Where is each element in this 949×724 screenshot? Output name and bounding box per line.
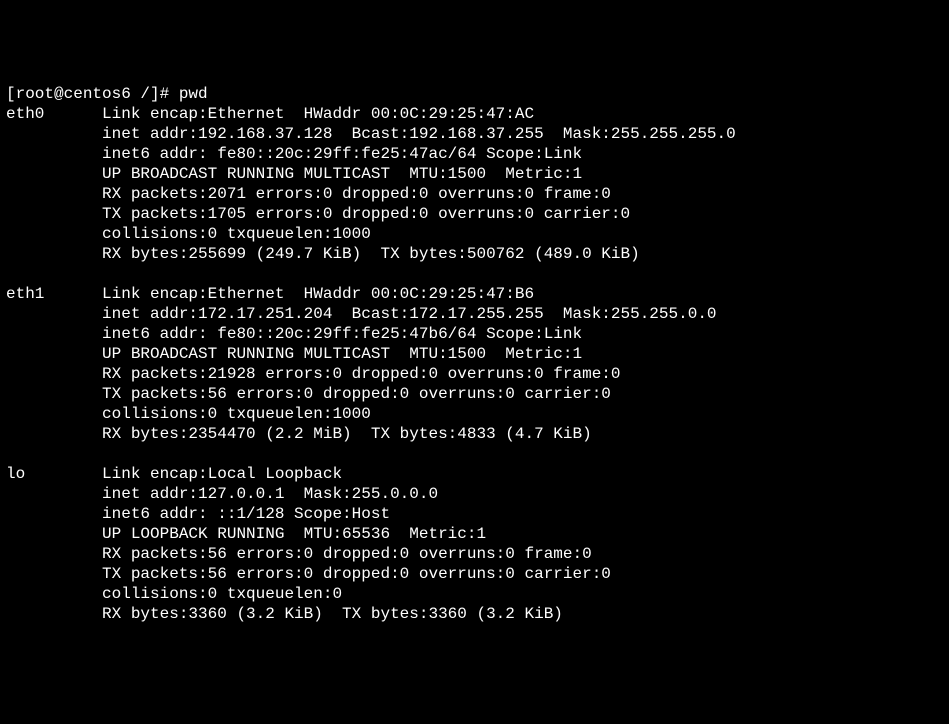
iface-line: RX packets:21928 errors:0 dropped:0 over… <box>102 365 620 383</box>
iface-line: TX packets:56 errors:0 dropped:0 overrun… <box>102 385 611 403</box>
iface-line: RX bytes:255699 (249.7 KiB) TX bytes:500… <box>102 245 640 263</box>
iface-name: lo <box>6 465 25 483</box>
iface-name: eth0 <box>6 105 44 123</box>
iface-line: Link encap:Ethernet HWaddr 00:0C:29:25:4… <box>102 285 534 303</box>
iface-line: UP LOOPBACK RUNNING MTU:65536 Metric:1 <box>102 525 486 543</box>
iface-line: Link encap:Local Loopback <box>102 465 342 483</box>
iface-line: UP BROADCAST RUNNING MULTICAST MTU:1500 … <box>102 165 582 183</box>
iface-line: inet6 addr: ::1/128 Scope:Host <box>102 505 390 523</box>
iface-line: UP BROADCAST RUNNING MULTICAST MTU:1500 … <box>102 345 582 363</box>
iface-line: RX bytes:3360 (3.2 KiB) TX bytes:3360 (3… <box>102 605 563 623</box>
shell-prompt: [root@centos6 /]# pwd <box>6 85 208 103</box>
iface-line: inet addr:127.0.0.1 Mask:255.0.0.0 <box>102 485 438 503</box>
iface-line: inet6 addr: fe80::20c:29ff:fe25:47b6/64 … <box>102 325 582 343</box>
iface-block: eth0 Link encap:Ethernet HWaddr 00:0C:29… <box>6 105 736 263</box>
iface-line: inet addr:192.168.37.128 Bcast:192.168.3… <box>102 125 736 143</box>
iface-block: eth1 Link encap:Ethernet HWaddr 00:0C:29… <box>6 285 717 443</box>
iface-line: Link encap:Ethernet HWaddr 00:0C:29:25:4… <box>102 105 534 123</box>
iface-name: eth1 <box>6 285 44 303</box>
iface-block: lo Link encap:Local Loopback inet addr:1… <box>6 465 611 623</box>
iface-line: TX packets:1705 errors:0 dropped:0 overr… <box>102 205 630 223</box>
terminal-output[interactable]: [root@centos6 /]# pwd eth0 Link encap:Et… <box>6 84 943 624</box>
iface-line: RX bytes:2354470 (2.2 MiB) TX bytes:4833… <box>102 425 592 443</box>
iface-line: TX packets:56 errors:0 dropped:0 overrun… <box>102 565 611 583</box>
iface-line: collisions:0 txqueuelen:1000 <box>102 405 371 423</box>
iface-line: inet addr:172.17.251.204 Bcast:172.17.25… <box>102 305 717 323</box>
iface-line: RX packets:2071 errors:0 dropped:0 overr… <box>102 185 611 203</box>
iface-line: collisions:0 txqueuelen:0 <box>102 585 342 603</box>
iface-line: inet6 addr: fe80::20c:29ff:fe25:47ac/64 … <box>102 145 582 163</box>
iface-line: RX packets:56 errors:0 dropped:0 overrun… <box>102 545 592 563</box>
iface-line: collisions:0 txqueuelen:1000 <box>102 225 371 243</box>
